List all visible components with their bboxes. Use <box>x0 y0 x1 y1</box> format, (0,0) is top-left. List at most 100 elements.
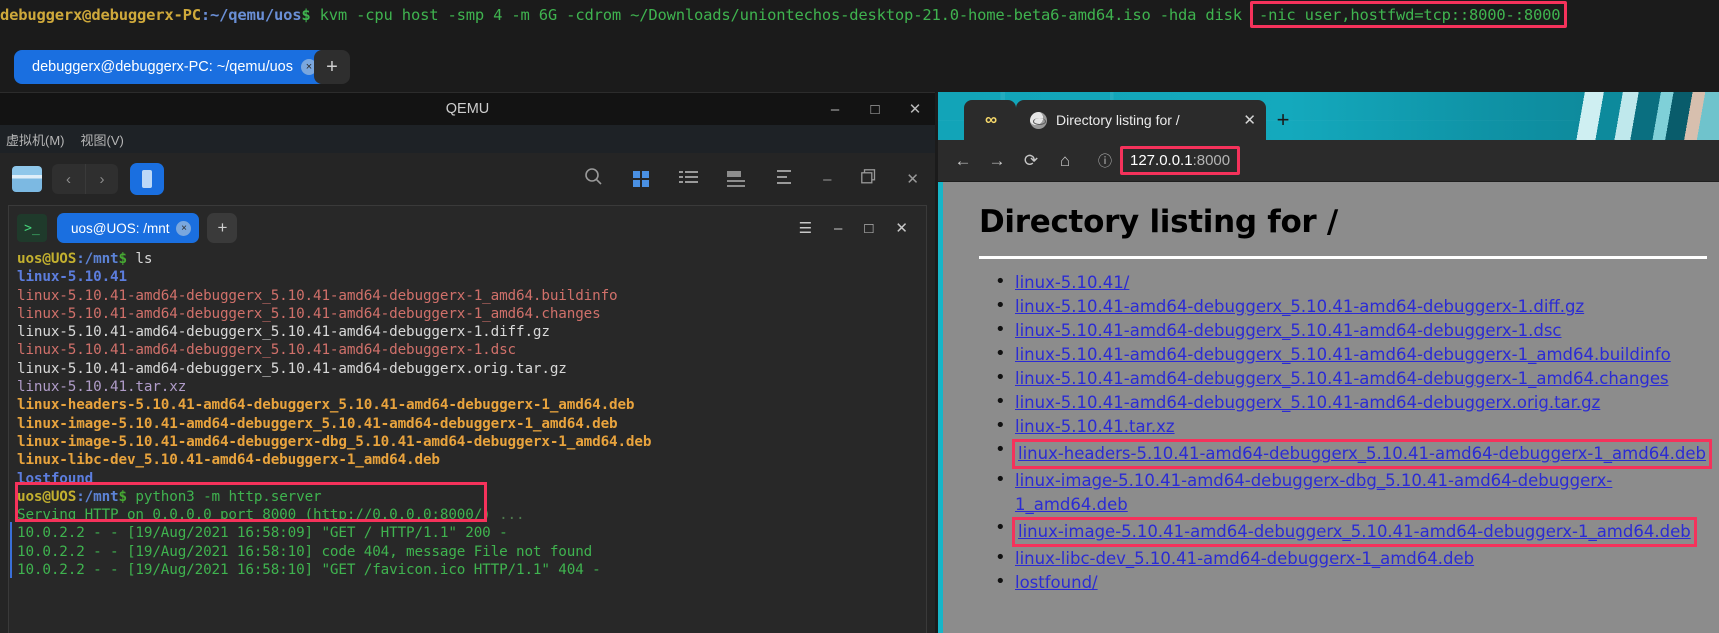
directory-listing-link[interactable]: linux-image-5.10.41-amd64-debuggerx-dbg_… <box>1015 471 1612 514</box>
close-icon[interactable]: × <box>176 220 192 236</box>
host-prompt-user: debuggerx@debuggerx-PC <box>0 6 201 24</box>
terminal-ls-entry-name: linux-image-5.10.41-amd64-debuggerx_5.10… <box>17 415 618 432</box>
vm-prompt-dollar-2: $ <box>118 488 136 505</box>
directory-listing-link[interactable]: linux-5.10.41-amd64-debuggerx_5.10.41-am… <box>1015 369 1669 388</box>
infinity-icon: ∞ <box>984 110 997 129</box>
qemu-window: QEMU – □ ✕ 虚拟机(M) 视图(V) ‹ › – ✕ >_ uos@U… <box>0 92 935 633</box>
menu-item-view[interactable]: 视图(V) <box>81 130 124 149</box>
menu-item-virtual-machine[interactable]: 虚拟机(M) <box>6 130 65 149</box>
directory-listing-link[interactable]: linux-image-5.10.41-amd64-debuggerx_5.10… <box>1018 522 1691 541</box>
minimize-icon[interactable]: – <box>834 220 842 237</box>
restore-icon[interactable] <box>861 169 876 189</box>
browser-tab-directory-listing[interactable]: Directory listing for / ✕ <box>1016 100 1266 140</box>
url-host: 127.0.0.1 <box>1130 152 1193 169</box>
qemu-window-controls: – □ ✕ <box>815 93 935 125</box>
theme-character-art <box>1569 92 1719 140</box>
address-bar[interactable]: ⓘ 127.0.0.1:8000 <box>1090 146 1709 176</box>
terminal-ls-entry-name: lostfound <box>17 470 94 487</box>
maximize-icon[interactable]: □ <box>864 220 873 237</box>
serving-tail: ... <box>490 507 525 524</box>
directory-listing-link[interactable]: linux-5.10.41-amd64-debuggerx_5.10.41-am… <box>1015 393 1600 412</box>
firefox-account-button[interactable]: ∞ <box>964 100 1016 140</box>
directory-listing-item: linux-5.10.41-amd64-debuggerx_5.10.41-am… <box>995 390 1719 415</box>
terminal-ls-entry-name: linux-5.10.41-amd64-debuggerx_5.10.41-am… <box>17 287 618 304</box>
close-icon[interactable]: ✕ <box>1243 111 1256 129</box>
terminal-ls-entry-name: linux-5.10.41.tar.xz <box>17 379 187 396</box>
browser-tab-title: Directory listing for / <box>1056 112 1180 128</box>
terminal-serving-line: Serving HTTP on 0.0.0.0 port 8000 (http:… <box>17 506 926 524</box>
vm-terminal-window-controls: ☰ – □ ✕ <box>799 219 918 238</box>
minimize-icon[interactable]: – <box>823 171 831 188</box>
screen: debuggerx@debuggerx-PC:~/qemu/uos$ kvm -… <box>0 0 1719 633</box>
serving-text: Serving HTTP on 0.0.0.0 port 8000 (http:… <box>17 507 491 524</box>
directory-listing-link[interactable]: linux-5.10.41.tar.xz <box>1015 417 1175 436</box>
browser-navigation-bar: ← → ⟳ ⌂ ⓘ 127.0.0.1:8000 <box>938 140 1719 182</box>
directory-listing-item: lostfound/ <box>995 570 1719 595</box>
menu-icon[interactable] <box>777 170 793 188</box>
close-icon[interactable]: ✕ <box>895 93 935 125</box>
directory-listing-link[interactable]: linux-5.10.41/ <box>1015 273 1129 292</box>
browser-new-tab-button[interactable]: + <box>1266 100 1300 140</box>
terminal-ls-entry: linux-5.10.41 <box>17 268 926 286</box>
terminal-log-line: 10.0.2.2 - - [19/Aug/2021 16:58:10] code… <box>17 543 593 560</box>
highlight-box-link: linux-image-5.10.41-amd64-debuggerx_5.10… <box>1012 517 1697 547</box>
directory-listing-link[interactable]: lostfound/ <box>1015 573 1098 592</box>
terminal-ls-entry: linux-headers-5.10.41-amd64-debuggerx_5.… <box>17 396 926 414</box>
browser-tabstrip: ∞ Directory listing for / ✕ + <box>964 92 1300 140</box>
close-icon[interactable]: ✕ <box>906 170 919 188</box>
browser-content-area: Directory listing for / linux-5.10.41/li… <box>938 182 1719 633</box>
forward-icon[interactable]: › <box>85 164 118 194</box>
url-port: :8000 <box>1192 152 1231 169</box>
host-terminal-tab-label: debuggerx@debuggerx-PC: ~/qemu/uos <box>32 59 293 75</box>
home-icon[interactable]: ⌂ <box>1050 146 1080 176</box>
maximize-icon[interactable]: □ <box>855 93 895 125</box>
vm-prompt-path-2: :/mnt <box>76 488 119 505</box>
directory-listing-link[interactable]: linux-libc-dev_5.10.41-amd64-debuggerx-1… <box>1015 549 1474 568</box>
vm-terminal-new-tab-button[interactable]: + <box>207 213 238 243</box>
host-new-tab-button[interactable]: + <box>314 50 350 84</box>
directory-listing-link[interactable]: linux-5.10.41-amd64-debuggerx_5.10.41-am… <box>1015 321 1562 340</box>
file-manager-toolbar: ‹ › – ✕ <box>0 153 935 205</box>
file-manager-toolbar-right: – ✕ <box>584 167 923 191</box>
host-nic-argument: -nic user,hostfwd=tcp::8000-:8000 <box>1259 5 1561 24</box>
list-view-icon[interactable] <box>679 171 699 187</box>
highlight-box-link: linux-headers-5.10.41-amd64-debuggerx_5.… <box>1012 439 1713 469</box>
vm-terminal-tab-label: uos@UOS: /mnt <box>71 220 170 236</box>
vm-terminal-output[interactable]: uos@UOS:/mnt$ ls linux-5.10.41 linux-5.10… <box>9 250 926 633</box>
host-terminal-tab[interactable]: debuggerx@debuggerx-PC: ~/qemu/uos × <box>14 50 327 84</box>
terminal-ls-entry-name: linux-5.10.41-amd64-debuggerx_5.10.41-am… <box>17 342 516 359</box>
directory-listing-link[interactable]: linux-headers-5.10.41-amd64-debuggerx_5.… <box>1018 444 1706 463</box>
vm-guest-desktop: ‹ › – ✕ >_ uos@UOS: /mnt × + ☰ – □ ✕ uos… <box>0 153 935 633</box>
vm-command-python: python3 -m http.server <box>135 488 322 505</box>
terminal-ls-entry: linux-5.10.41-amd64-debuggerx_5.10.41-am… <box>17 305 926 323</box>
directory-listing-item: linux-5.10.41/ <box>995 270 1719 295</box>
back-icon[interactable]: ‹ <box>52 164 85 194</box>
page-title: Directory listing for / <box>979 204 1338 240</box>
back-icon[interactable]: ← <box>948 146 978 176</box>
terminal-icon: >_ <box>17 214 47 242</box>
search-icon[interactable] <box>584 167 603 191</box>
menu-icon[interactable]: ☰ <box>799 219 812 237</box>
vm-prompt-user: uos@UOS <box>17 251 77 267</box>
host-prompt-dollar: $ <box>301 6 320 24</box>
directory-listing-item: linux-image-5.10.41-amd64-debuggerx_5.10… <box>995 516 1719 547</box>
directory-listing-item: linux-5.10.41-amd64-debuggerx_5.10.41-am… <box>995 294 1719 319</box>
terminal-ls-entry: linux-image-5.10.41-amd64-debuggerx-dbg_… <box>17 433 926 451</box>
vm-terminal-tab[interactable]: uos@UOS: /mnt × <box>57 213 200 243</box>
minimize-icon[interactable]: – <box>815 93 855 125</box>
grid-view-icon[interactable] <box>633 171 650 187</box>
qemu-titlebar[interactable]: QEMU – □ ✕ <box>0 93 935 125</box>
directory-listing-link[interactable]: linux-5.10.41-amd64-debuggerx_5.10.41-am… <box>1015 345 1671 364</box>
vm-prompt-dollar: $ <box>118 251 136 267</box>
site-info-icon[interactable]: ⓘ <box>1090 151 1120 171</box>
close-icon[interactable]: ✕ <box>895 219 908 237</box>
directory-listing-item: linux-5.10.41-amd64-debuggerx_5.10.41-am… <box>995 342 1719 367</box>
terminal-ls-entry-name: linux-5.10.41-amd64-debuggerx_5.10.41-am… <box>17 324 550 341</box>
terminal-ls-entry-name: linux-5.10.41-amd64-debuggerx_5.10.41-am… <box>17 305 601 322</box>
forward-icon[interactable]: → <box>982 146 1012 176</box>
reload-icon[interactable]: ⟳ <box>1016 146 1046 176</box>
directory-listing-link[interactable]: linux-5.10.41-amd64-debuggerx_5.10.41-am… <box>1015 297 1584 316</box>
detail-view-icon[interactable] <box>727 171 747 187</box>
file-manager-app-icon[interactable] <box>130 163 164 195</box>
host-prompt-path: :~/qemu/uos <box>200 6 302 24</box>
